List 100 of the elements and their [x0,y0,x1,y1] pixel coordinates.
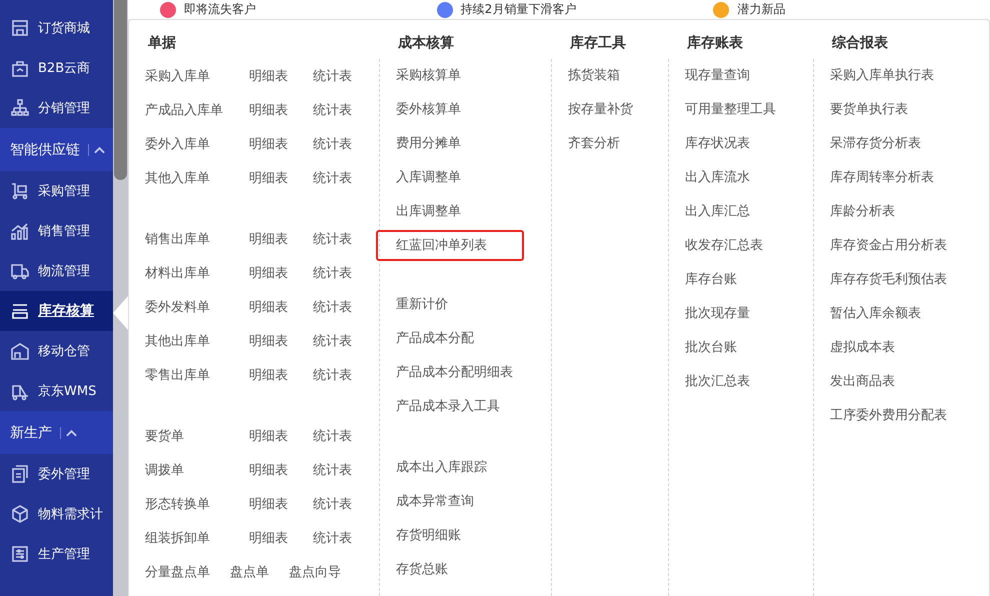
customer-alert-link[interactable]: 即将流失客户 [184,1,256,18]
section-header[interactable]: 新生产 [0,411,113,454]
menu-link[interactable]: 存货总账 [396,553,551,587]
menu-link[interactable]: 统计表 [313,101,352,119]
menu-link[interactable]: 批次台账 [685,331,813,365]
customer-alert-link[interactable]: 持续2月销量下滑客户 [460,1,576,18]
menu-link[interactable]: 零售出库单 [145,366,249,384]
menu-link[interactable]: 统计表 [313,461,352,479]
menu-link[interactable]: 入库调整单 [396,161,551,195]
sidebar-item[interactable]: 订货商城 [0,8,113,48]
menu-link[interactable]: 采购入库单执行表 [830,59,989,93]
menu-link[interactable]: 工序委外费用分配表 [830,399,989,433]
menu-link[interactable]: 明细表 [249,135,313,153]
menu-link[interactable]: 出库调整单 [396,195,551,229]
menu-link[interactable]: 明细表 [249,332,313,350]
menu-link[interactable]: 现存量查询 [685,59,813,93]
menu-link[interactable]: 要货单 [145,427,249,445]
customer-alert-link[interactable]: 潜力新品 [737,1,786,18]
sidebar-item[interactable]: 物料需求计 [0,494,113,534]
menu-link[interactable]: 统计表 [313,332,352,350]
menu-link[interactable]: 发出商品表 [830,365,989,399]
column-heading: 成本核算 [396,34,455,53]
menu-link[interactable]: 材料出库单 [145,264,249,282]
menu-link[interactable]: 产品成本分配 [396,322,551,356]
menu-link[interactable]: 产成品入库单 [145,101,249,119]
menu-link[interactable]: 库存周转率分析表 [830,161,989,195]
sidebar-item[interactable]: 采购管理 [0,171,113,211]
menu-link[interactable]: 统计表 [313,529,352,547]
sidebar-item[interactable]: 分销管理 [0,88,113,128]
menu-link[interactable]: 明细表 [249,366,313,384]
menu-link[interactable]: 形态转换单 [145,495,249,513]
sidebar-item[interactable]: 销售管理 [0,211,113,251]
menu-link[interactable]: 明细表 [249,529,313,547]
menu-link[interactable]: 费用分摊单 [396,127,551,161]
menu-link[interactable]: 库存台账 [685,263,813,297]
sidebar-item[interactable]: 移动仓管 [0,331,113,371]
menu-link[interactable]: 明细表 [249,230,313,248]
sidebar-item[interactable]: 物流管理 [0,251,113,291]
menu-link[interactable]: 盘点向导 [289,563,341,581]
menu-link[interactable]: 明细表 [249,67,313,85]
menu-link[interactable]: 盘点单 [230,563,269,581]
menu-link[interactable]: 明细表 [249,298,313,316]
menu-link[interactable]: 虚拟成本表 [830,331,989,365]
menu-link[interactable]: 其他入库单 [145,169,249,187]
menu-link[interactable]: 库龄分析表 [830,195,989,229]
menu-link[interactable]: 统计表 [313,169,352,187]
menu-link[interactable]: 委外发料单 [145,298,249,316]
menu-link[interactable]: 明细表 [249,169,313,187]
menu-link[interactable]: 出入库流水 [685,161,813,195]
menu-link[interactable]: 统计表 [313,67,352,85]
sidebar-item[interactable]: 生产管理 [0,534,113,574]
menu-link[interactable]: 统计表 [313,495,352,513]
menu-link[interactable]: 成本异常查询 [396,485,551,519]
menu-link[interactable]: 明细表 [249,101,313,119]
sidebar-item[interactable]: 委外管理 [0,454,113,494]
menu-link[interactable]: 存货明细账 [396,519,551,553]
menu-link[interactable]: 采购入库单 [145,67,249,85]
menu-link[interactable]: 库存状况表 [685,127,813,161]
menu-link[interactable]: 重新计价 [396,288,551,322]
truck-icon [10,261,30,281]
menu-link[interactable]: 批次汇总表 [685,365,813,399]
menu-link[interactable]: 明细表 [249,461,313,479]
menu-link[interactable]: 统计表 [313,135,352,153]
menu-link[interactable]: 齐套分析 [568,127,668,161]
section-header[interactable]: 智能供应链 [0,128,113,171]
menu-link[interactable]: 红蓝回冲单列表 [376,230,524,261]
menu-link[interactable]: 委外入库单 [145,135,249,153]
menu-link[interactable]: 其他出库单 [145,332,249,350]
menu-link[interactable]: 明细表 [249,427,313,445]
menu-link[interactable]: 暂估入库余额表 [830,297,989,331]
menu-link[interactable]: 统计表 [313,427,352,445]
menu-link[interactable]: 可用量整理工具 [685,93,813,127]
menu-link[interactable]: 库存资金占用分析表 [830,229,989,263]
menu-link[interactable]: 产品成本分配明细表 [396,356,551,390]
menu-link[interactable]: 销售出库单 [145,230,249,248]
menu-link[interactable]: 出入库汇总 [685,195,813,229]
menu-link[interactable]: 统计表 [313,264,352,282]
menu-link[interactable]: 统计表 [313,230,352,248]
menu-link[interactable]: 拣货装箱 [568,59,668,93]
sidebar-item[interactable]: 京东WMS [0,371,113,411]
sidebar-item[interactable]: B2B云商 [0,48,113,88]
menu-link[interactable]: 按存量补货 [568,93,668,127]
menu-link[interactable]: 呆滞存货分析表 [830,127,989,161]
menu-link[interactable]: 批次现存量 [685,297,813,331]
menu-link[interactable]: 收发存汇总表 [685,229,813,263]
menu-link[interactable]: 成本出入库跟踪 [396,451,551,485]
menu-link[interactable]: 库存存货毛利预估表 [830,263,989,297]
menu-link[interactable]: 统计表 [313,366,352,384]
menu-link[interactable]: 明细表 [249,264,313,282]
scrollbar-thumb[interactable] [114,0,127,180]
menu-link[interactable]: 委外核算单 [396,93,551,127]
menu-link[interactable]: 产品成本录入工具 [396,390,551,424]
menu-link[interactable]: 采购核算单 [396,59,551,93]
menu-link[interactable]: 分量盘点单 [145,563,210,581]
menu-link[interactable]: 统计表 [313,298,352,316]
menu-link[interactable]: 要货单执行表 [830,93,989,127]
menu-link[interactable]: 明细表 [249,495,313,513]
menu-link[interactable]: 调拨单 [145,461,249,479]
tray-icon [10,301,30,321]
menu-link[interactable]: 组装拆卸单 [145,529,249,547]
